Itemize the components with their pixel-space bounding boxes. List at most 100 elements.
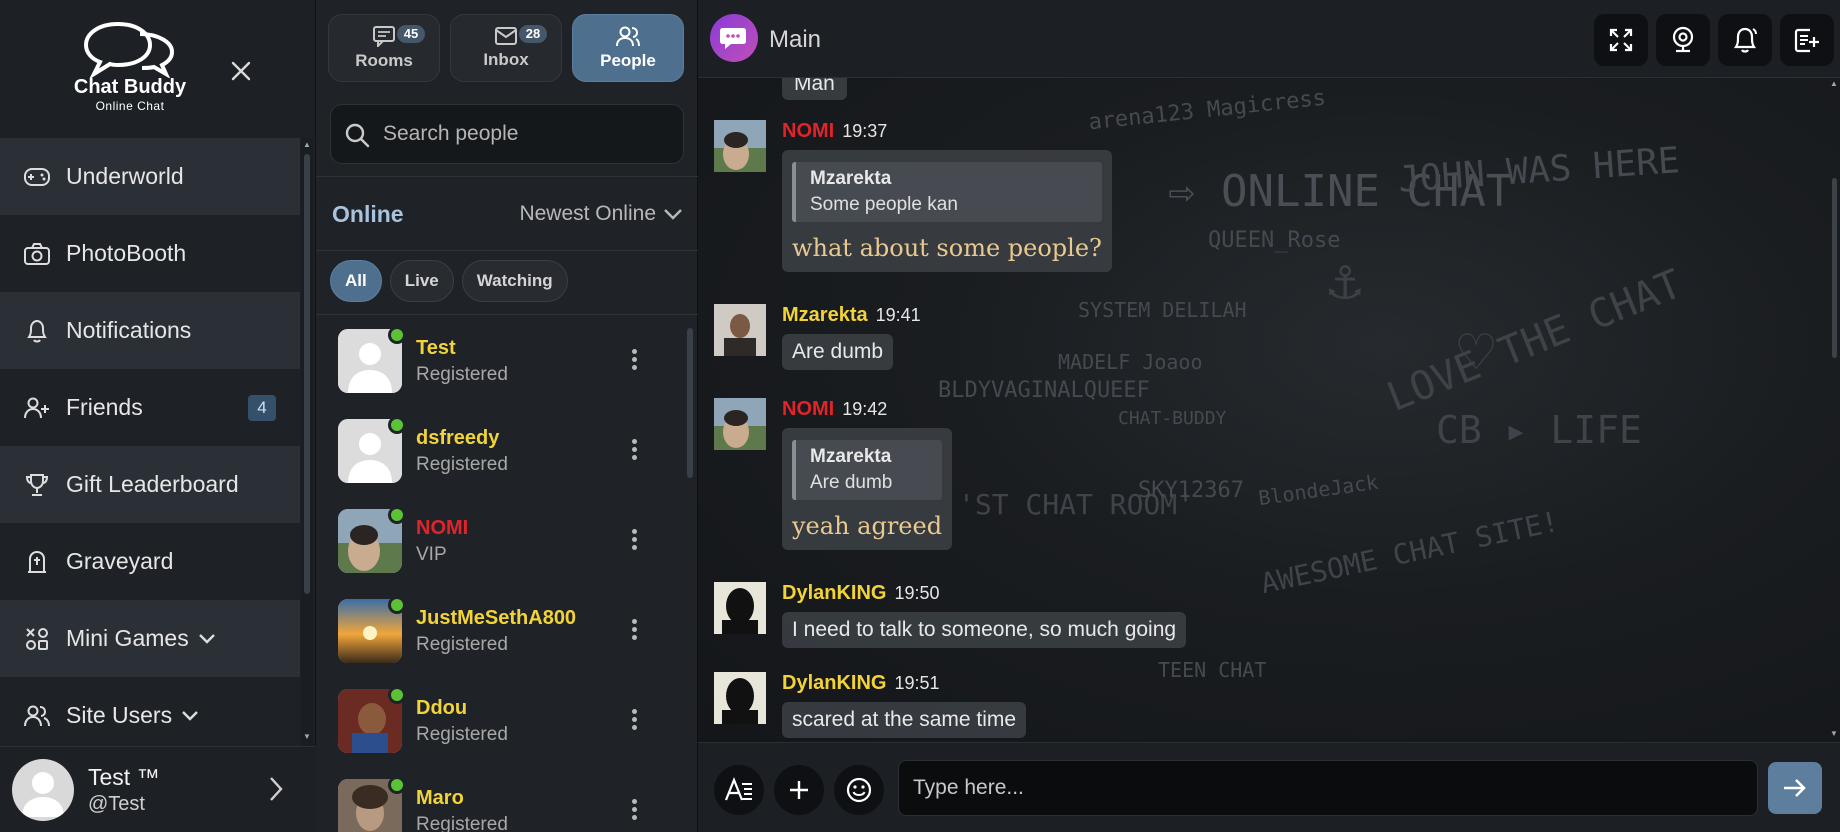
tab-rooms[interactable]: Rooms 45 xyxy=(328,14,440,82)
sidebar-item-graveyard[interactable]: Graveyard xyxy=(0,523,300,600)
search-icon xyxy=(343,121,371,154)
message-username[interactable]: DylanKING xyxy=(782,672,886,695)
sidebar-item-notifications[interactable]: Notifications xyxy=(0,292,300,369)
sidebar-item-friends[interactable]: Friends 4 xyxy=(0,369,300,446)
sort-select[interactable]: Newest Online xyxy=(519,202,684,226)
fullscreen-icon xyxy=(1609,28,1633,52)
scroll-down-arrow[interactable]: ▼ xyxy=(1830,730,1838,738)
trophy-icon xyxy=(22,470,52,500)
scroll-up-arrow[interactable]: ▲ xyxy=(1830,80,1838,88)
filter-live[interactable]: Live xyxy=(389,260,454,302)
filter-watching[interactable]: Watching xyxy=(461,260,568,302)
divider xyxy=(316,176,698,177)
avatar[interactable] xyxy=(714,304,766,356)
message-username[interactable]: NOMI xyxy=(782,398,834,421)
message-time: 19:42 xyxy=(842,399,888,419)
text-format-button[interactable] xyxy=(714,765,764,815)
more-options-icon[interactable] xyxy=(628,349,640,375)
quoted-message: Mzarekta Some people kan xyxy=(792,162,1102,222)
online-status-dot xyxy=(388,416,406,434)
more-options-icon[interactable] xyxy=(628,799,640,825)
more-options-icon[interactable] xyxy=(628,439,640,465)
message-username[interactable]: DylanKING xyxy=(782,582,886,605)
message-time: 19:41 xyxy=(875,305,921,325)
avatar[interactable] xyxy=(714,582,766,634)
person-rank: VIP xyxy=(416,543,447,565)
mail-icon xyxy=(495,27,517,45)
sidebar-item-label: Underworld xyxy=(66,163,184,189)
list-item[interactable]: NOMI VIP xyxy=(316,496,686,586)
message-composer xyxy=(698,742,1840,832)
message-time: 19:51 xyxy=(894,673,940,693)
send-button[interactable] xyxy=(1768,762,1822,814)
list-item[interactable]: JustMeSethA800 Registered xyxy=(316,586,686,676)
chat-scrollbar[interactable]: ▲ ▼ xyxy=(1828,78,1840,742)
message-input[interactable] xyxy=(913,761,1743,815)
chat-icon xyxy=(373,26,395,47)
scroll-up-arrow[interactable]: ▲ xyxy=(302,140,312,150)
tab-inbox[interactable]: Inbox 28 xyxy=(450,14,562,82)
person-name: Maro xyxy=(416,786,464,809)
tab-people[interactable]: People xyxy=(572,14,684,82)
sidebar-item-site-users[interactable]: Site Users xyxy=(0,677,300,746)
sidebar-item-label: Graveyard xyxy=(66,548,174,574)
sidebar-item-underworld[interactable]: Underworld xyxy=(0,138,300,215)
list-item[interactable]: Ddou Registered xyxy=(316,676,686,766)
person-name: NOMI xyxy=(416,516,469,539)
list-item[interactable]: Maro Registered xyxy=(316,766,686,832)
bell-icon xyxy=(22,316,52,346)
people-filters: All Live Watching xyxy=(330,260,568,302)
current-user-card[interactable]: Test ™ @Test xyxy=(0,746,316,832)
room-logo xyxy=(710,14,758,62)
scrollbar-thumb[interactable] xyxy=(304,154,310,594)
close-sidebar-button[interactable] xyxy=(226,56,256,86)
sort-select-value: Newest Online xyxy=(519,202,656,225)
people-list: Test Registered dsfreedy Registered NOMI VI… xyxy=(316,316,686,832)
divider xyxy=(316,314,698,315)
scrollbar-thumb[interactable] xyxy=(1832,178,1837,358)
chat-app: Chat Buddy Online Chat Underworld PhotoB… xyxy=(0,0,1840,832)
fullscreen-button[interactable] xyxy=(1594,14,1648,66)
sidebar-item-label: Gift Leaderboard xyxy=(66,471,239,497)
current-user-name: Test ™ xyxy=(88,763,160,790)
message-bubble: Mzarekta Some people kan what about some… xyxy=(782,150,1112,272)
more-options-icon[interactable] xyxy=(628,619,640,645)
avatar[interactable] xyxy=(714,672,766,724)
scrollbar-thumb[interactable] xyxy=(687,328,693,478)
avatar[interactable] xyxy=(714,120,766,172)
list-item[interactable]: dsfreedy Registered xyxy=(316,406,686,496)
more-options-icon[interactable] xyxy=(628,709,640,735)
current-user-handle: @Test xyxy=(88,792,145,815)
online-status-dot xyxy=(388,326,406,344)
message-username[interactable]: NOMI xyxy=(782,120,834,143)
add-attachment-button[interactable] xyxy=(774,765,824,815)
left-sidebar: Chat Buddy Online Chat Underworld PhotoB… xyxy=(0,0,316,832)
scroll-down-arrow[interactable]: ▼ xyxy=(302,732,312,742)
sidebar-item-gift-leaderboard[interactable]: Gift Leaderboard xyxy=(0,446,300,523)
message-time: 19:37 xyxy=(842,121,888,141)
brand-title: Chat Buddy xyxy=(73,76,187,98)
webcam-button[interactable] xyxy=(1656,14,1710,66)
more-options-icon[interactable] xyxy=(628,529,640,555)
search-people-input[interactable] xyxy=(383,114,663,154)
sidebar-item-photobooth[interactable]: PhotoBooth xyxy=(0,215,300,292)
person-name: dsfreedy xyxy=(416,426,500,449)
online-status-dot xyxy=(388,686,406,704)
divider xyxy=(316,250,698,251)
chat-buddy-logo[interactable]: Chat Buddy Online Chat xyxy=(60,18,200,122)
message-username[interactable]: Mzarekta xyxy=(782,304,868,327)
sidebar-scrollbar[interactable]: ▲ ▼ xyxy=(301,138,313,746)
logo-area: Chat Buddy Online Chat xyxy=(0,0,316,138)
sidebar-item-mini-games[interactable]: Mini Games xyxy=(0,600,300,677)
list-item[interactable]: Test Registered xyxy=(316,316,686,406)
add-note-button[interactable] xyxy=(1780,14,1834,66)
people-list-scrollbar[interactable] xyxy=(684,316,696,832)
arrow-right-icon xyxy=(1784,779,1806,797)
message-list[interactable]: ⇨ ONLINE CHAT JOHN WAS HERE arena123 Mag… xyxy=(698,78,1840,742)
avatar[interactable] xyxy=(714,398,766,450)
tab-label: People xyxy=(600,51,656,70)
notifications-button[interactable] xyxy=(1718,14,1772,66)
message-bubble: I need to talk to someone, so much going xyxy=(782,612,1187,648)
emoji-button[interactable] xyxy=(834,765,884,815)
filter-all[interactable]: All xyxy=(330,260,382,302)
